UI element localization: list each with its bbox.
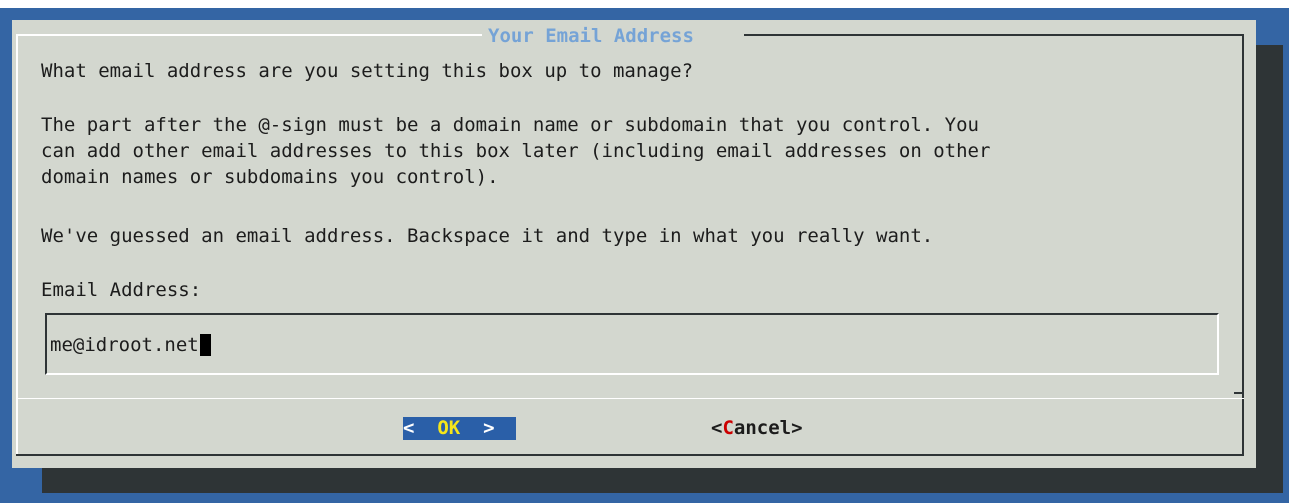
dialog-title: Your Email Address <box>488 25 694 47</box>
paragraph-line-2: can add other email addresses to this bo… <box>41 140 991 162</box>
email-field-label: Email Address: <box>41 279 202 301</box>
email-input-value[interactable]: me@idroot.net <box>50 333 211 357</box>
dialog-frame-top-left <box>16 34 482 36</box>
ok-button-hotkey: O <box>437 417 449 439</box>
button-area-separator-edge <box>1234 392 1244 394</box>
cancel-button-right-bracket: > <box>791 417 803 439</box>
button-area-separator <box>16 398 1244 399</box>
ok-button-left-bracket: < <box>403 417 438 439</box>
text-cursor <box>199 334 211 356</box>
paragraph-line-3: domain names or subdomains you control). <box>41 166 499 188</box>
guess-note: We've guessed an email address. Backspac… <box>41 225 934 247</box>
cancel-button-left-bracket: < <box>711 417 723 439</box>
paragraph-line-1: The part after the @-sign must be a doma… <box>41 114 979 136</box>
dialog-frame-top-right <box>744 34 1244 36</box>
email-input[interactable] <box>45 313 1219 375</box>
ok-button-right-bracket: > <box>460 417 495 439</box>
cancel-button-hotkey: C <box>722 417 734 439</box>
dialog-frame-bottom <box>16 454 1244 456</box>
dialog-frame-left <box>16 34 18 456</box>
email-input-text: me@idroot.net <box>50 334 199 356</box>
dialog-question: What email address are you setting this … <box>41 60 694 82</box>
ok-button-label-rest: K <box>448 417 461 439</box>
cancel-button[interactable]: <Cancel> <box>711 417 803 440</box>
cancel-button-label-rest: ancel <box>733 417 792 439</box>
ok-button[interactable]: < OK > <box>403 417 516 440</box>
